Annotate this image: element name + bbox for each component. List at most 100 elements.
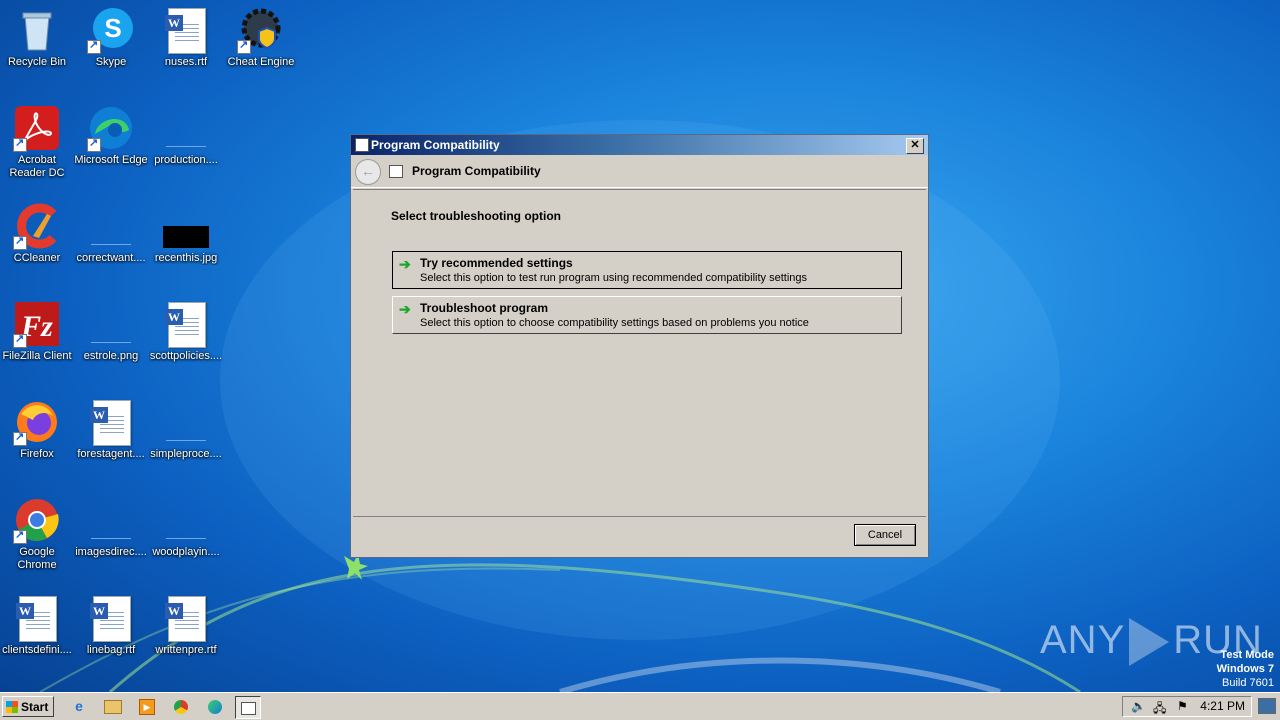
show-desktop-icon[interactable] bbox=[1258, 698, 1276, 714]
desktop-icon-label: linebag.rtf bbox=[86, 644, 136, 656]
test-mode-label: Test Mode bbox=[1220, 649, 1274, 661]
desktop-icon-recycle-bin[interactable]: Recycle Bin bbox=[0, 0, 74, 69]
desktop-icon-forestagent[interactable]: W forestagent.... bbox=[74, 392, 148, 461]
option-troubleshoot-program[interactable]: ➔ Troubleshoot program Select this optio… bbox=[392, 296, 902, 334]
explorer-icon bbox=[104, 700, 122, 715]
desktop-icon-firefox[interactable]: Firefox bbox=[0, 392, 74, 461]
file-icon bbox=[162, 496, 210, 544]
desktop-icon-acrobat[interactable]: Acrobat Reader DC bbox=[0, 98, 74, 180]
green-arrow-icon: ➔ bbox=[399, 256, 411, 272]
desktop-icon-nuses-rtf[interactable]: W nuses.rtf bbox=[149, 0, 223, 69]
desktop-icon-label: recenthis.jpg bbox=[154, 252, 218, 264]
start-label: Start bbox=[21, 700, 49, 714]
word-doc-icon: W bbox=[162, 6, 210, 54]
desktop-icon-scottpolicies[interactable]: W scottpolicies.... bbox=[149, 294, 223, 363]
volume-icon[interactable]: 🔈 bbox=[1131, 699, 1146, 713]
chrome-icon bbox=[174, 700, 188, 715]
chrome-icon bbox=[13, 496, 61, 544]
clock[interactable]: 4:21 PM bbox=[1200, 699, 1245, 713]
desktop-icon-label: Cheat Engine bbox=[227, 56, 295, 68]
word-doc-icon: W bbox=[162, 300, 210, 348]
ccleaner-icon bbox=[13, 202, 61, 250]
file-icon bbox=[162, 398, 210, 446]
nav-title: Program Compatibility bbox=[412, 164, 541, 178]
green-arrow-icon: ➔ bbox=[399, 301, 411, 317]
play-triangle-icon bbox=[1129, 618, 1170, 667]
desktop-icon-label: imagesdirec.... bbox=[75, 546, 147, 558]
action-center-flag-icon[interactable]: ⚑ bbox=[1177, 699, 1188, 713]
dialog-titlebar[interactable]: Program Compatibility ✕ bbox=[351, 135, 928, 155]
taskbar-program-compatibility[interactable] bbox=[235, 696, 261, 719]
firefox-icon bbox=[13, 398, 61, 446]
taskbar-edge[interactable] bbox=[203, 696, 227, 717]
desktop-icon-chrome[interactable]: Google Chrome bbox=[0, 490, 74, 572]
desktop-icon-filezilla[interactable]: Fz FileZilla Client bbox=[0, 294, 74, 363]
filezilla-icon: Fz bbox=[13, 300, 61, 348]
file-icon bbox=[87, 496, 135, 544]
image-icon bbox=[162, 202, 210, 250]
desktop-icon-imagesdirec[interactable]: imagesdirec.... bbox=[74, 490, 148, 559]
program-compatibility-icon bbox=[389, 165, 403, 178]
os-label: Windows 7 bbox=[1216, 663, 1274, 675]
internet-explorer-icon: e bbox=[75, 698, 83, 714]
watermark-brand-left: ANY bbox=[1040, 618, 1126, 662]
option-description: Select this option to test run program u… bbox=[420, 272, 808, 284]
option-title: Try recommended settings bbox=[420, 256, 573, 270]
network-icon[interactable]: 🖧 bbox=[1153, 699, 1166, 720]
svg-text:S: S bbox=[104, 13, 121, 43]
window-app-icon bbox=[355, 138, 369, 152]
desktop-icon-simpleproce[interactable]: simpleproce.... bbox=[149, 392, 223, 461]
desktop-icon-label: Acrobat Reader DC bbox=[9, 154, 65, 179]
desktop-icon-label: Skype bbox=[95, 56, 127, 68]
desktop-icon-edge[interactable]: Microsoft Edge bbox=[74, 98, 148, 167]
back-button[interactable]: ← bbox=[355, 159, 381, 185]
file-icon bbox=[87, 300, 135, 348]
desktop-icon-recenthis-jpg[interactable]: recenthis.jpg bbox=[149, 196, 223, 265]
desktop-icon-label: forestagent.... bbox=[77, 448, 145, 460]
desktop-icon-label: woodplayin.... bbox=[152, 546, 220, 558]
desktop-icon-estrole-png[interactable]: estrole.png bbox=[74, 294, 148, 363]
start-button[interactable]: Start bbox=[2, 696, 54, 717]
taskbar-internet-explorer[interactable]: e bbox=[67, 696, 91, 717]
recycle-bin-icon bbox=[13, 6, 61, 54]
file-icon bbox=[87, 202, 135, 250]
desktop-icon-label: writtenpre.rtf bbox=[155, 644, 217, 656]
desktop-icon-label: Firefox bbox=[20, 448, 54, 460]
word-doc-icon: W bbox=[13, 594, 61, 642]
desktop-icon-label: scottpolicies.... bbox=[149, 350, 223, 362]
option-title: Troubleshoot program bbox=[420, 301, 549, 315]
desktop-icon-ccleaner[interactable]: CCleaner bbox=[0, 196, 74, 265]
close-button[interactable]: ✕ bbox=[906, 138, 924, 154]
desktop-icon-label: production.... bbox=[154, 154, 218, 166]
option-description: Select this option to choose compatibili… bbox=[420, 317, 809, 329]
word-doc-icon: W bbox=[87, 594, 135, 642]
page-heading: Select troubleshooting option bbox=[391, 209, 561, 223]
option-try-recommended-settings[interactable]: ➔ Try recommended settings Select this o… bbox=[392, 251, 902, 289]
desktop-icon-clientsdefini[interactable]: W clientsdefini.... bbox=[0, 588, 74, 657]
desktop-icon-woodplayin[interactable]: woodplayin.... bbox=[149, 490, 223, 559]
dialog-navbar: ← Program Compatibility bbox=[351, 155, 928, 188]
system-tray: 🔈 🖧 ⚑ 4:21 PM bbox=[1122, 696, 1252, 717]
desktop-icon-label: Microsoft Edge bbox=[74, 154, 148, 166]
build-label: Build 7601 bbox=[1222, 677, 1274, 689]
desktop-icon-label: estrole.png bbox=[83, 350, 139, 362]
desktop-icon-label: FileZilla Client bbox=[2, 350, 72, 362]
desktop-icon-label: CCleaner bbox=[13, 252, 61, 264]
taskbar: Start e ▶ 🔈 🖧 ⚑ 4:21 PM bbox=[0, 692, 1280, 720]
desktop-icon-writtenpre-rtf[interactable]: W writtenpre.rtf bbox=[149, 588, 223, 657]
desktop-icon-correctwant[interactable]: correctwant.... bbox=[74, 196, 148, 265]
desktop-icon-skype[interactable]: S Skype bbox=[74, 0, 148, 69]
file-icon bbox=[162, 104, 210, 152]
desktop-icon-label: clientsdefini.... bbox=[2, 644, 72, 656]
program-compatibility-dialog: Program Compatibility ✕ ← Program Compat… bbox=[350, 134, 929, 558]
dialog-content: Select troubleshooting option ➔ Try reco… bbox=[353, 189, 926, 517]
cancel-button[interactable]: Cancel bbox=[854, 524, 916, 546]
taskbar-chrome[interactable] bbox=[169, 696, 193, 717]
desktop-icon-cheat-engine[interactable]: Cheat Engine bbox=[224, 0, 298, 69]
taskbar-media-player[interactable]: ▶ bbox=[135, 696, 159, 717]
taskbar-explorer[interactable] bbox=[101, 696, 125, 717]
media-player-icon: ▶ bbox=[139, 699, 155, 716]
desktop-icon-linebag-rtf[interactable]: W linebag.rtf bbox=[74, 588, 148, 657]
edge-icon bbox=[208, 700, 222, 715]
desktop-icon-production[interactable]: production.... bbox=[149, 98, 223, 167]
